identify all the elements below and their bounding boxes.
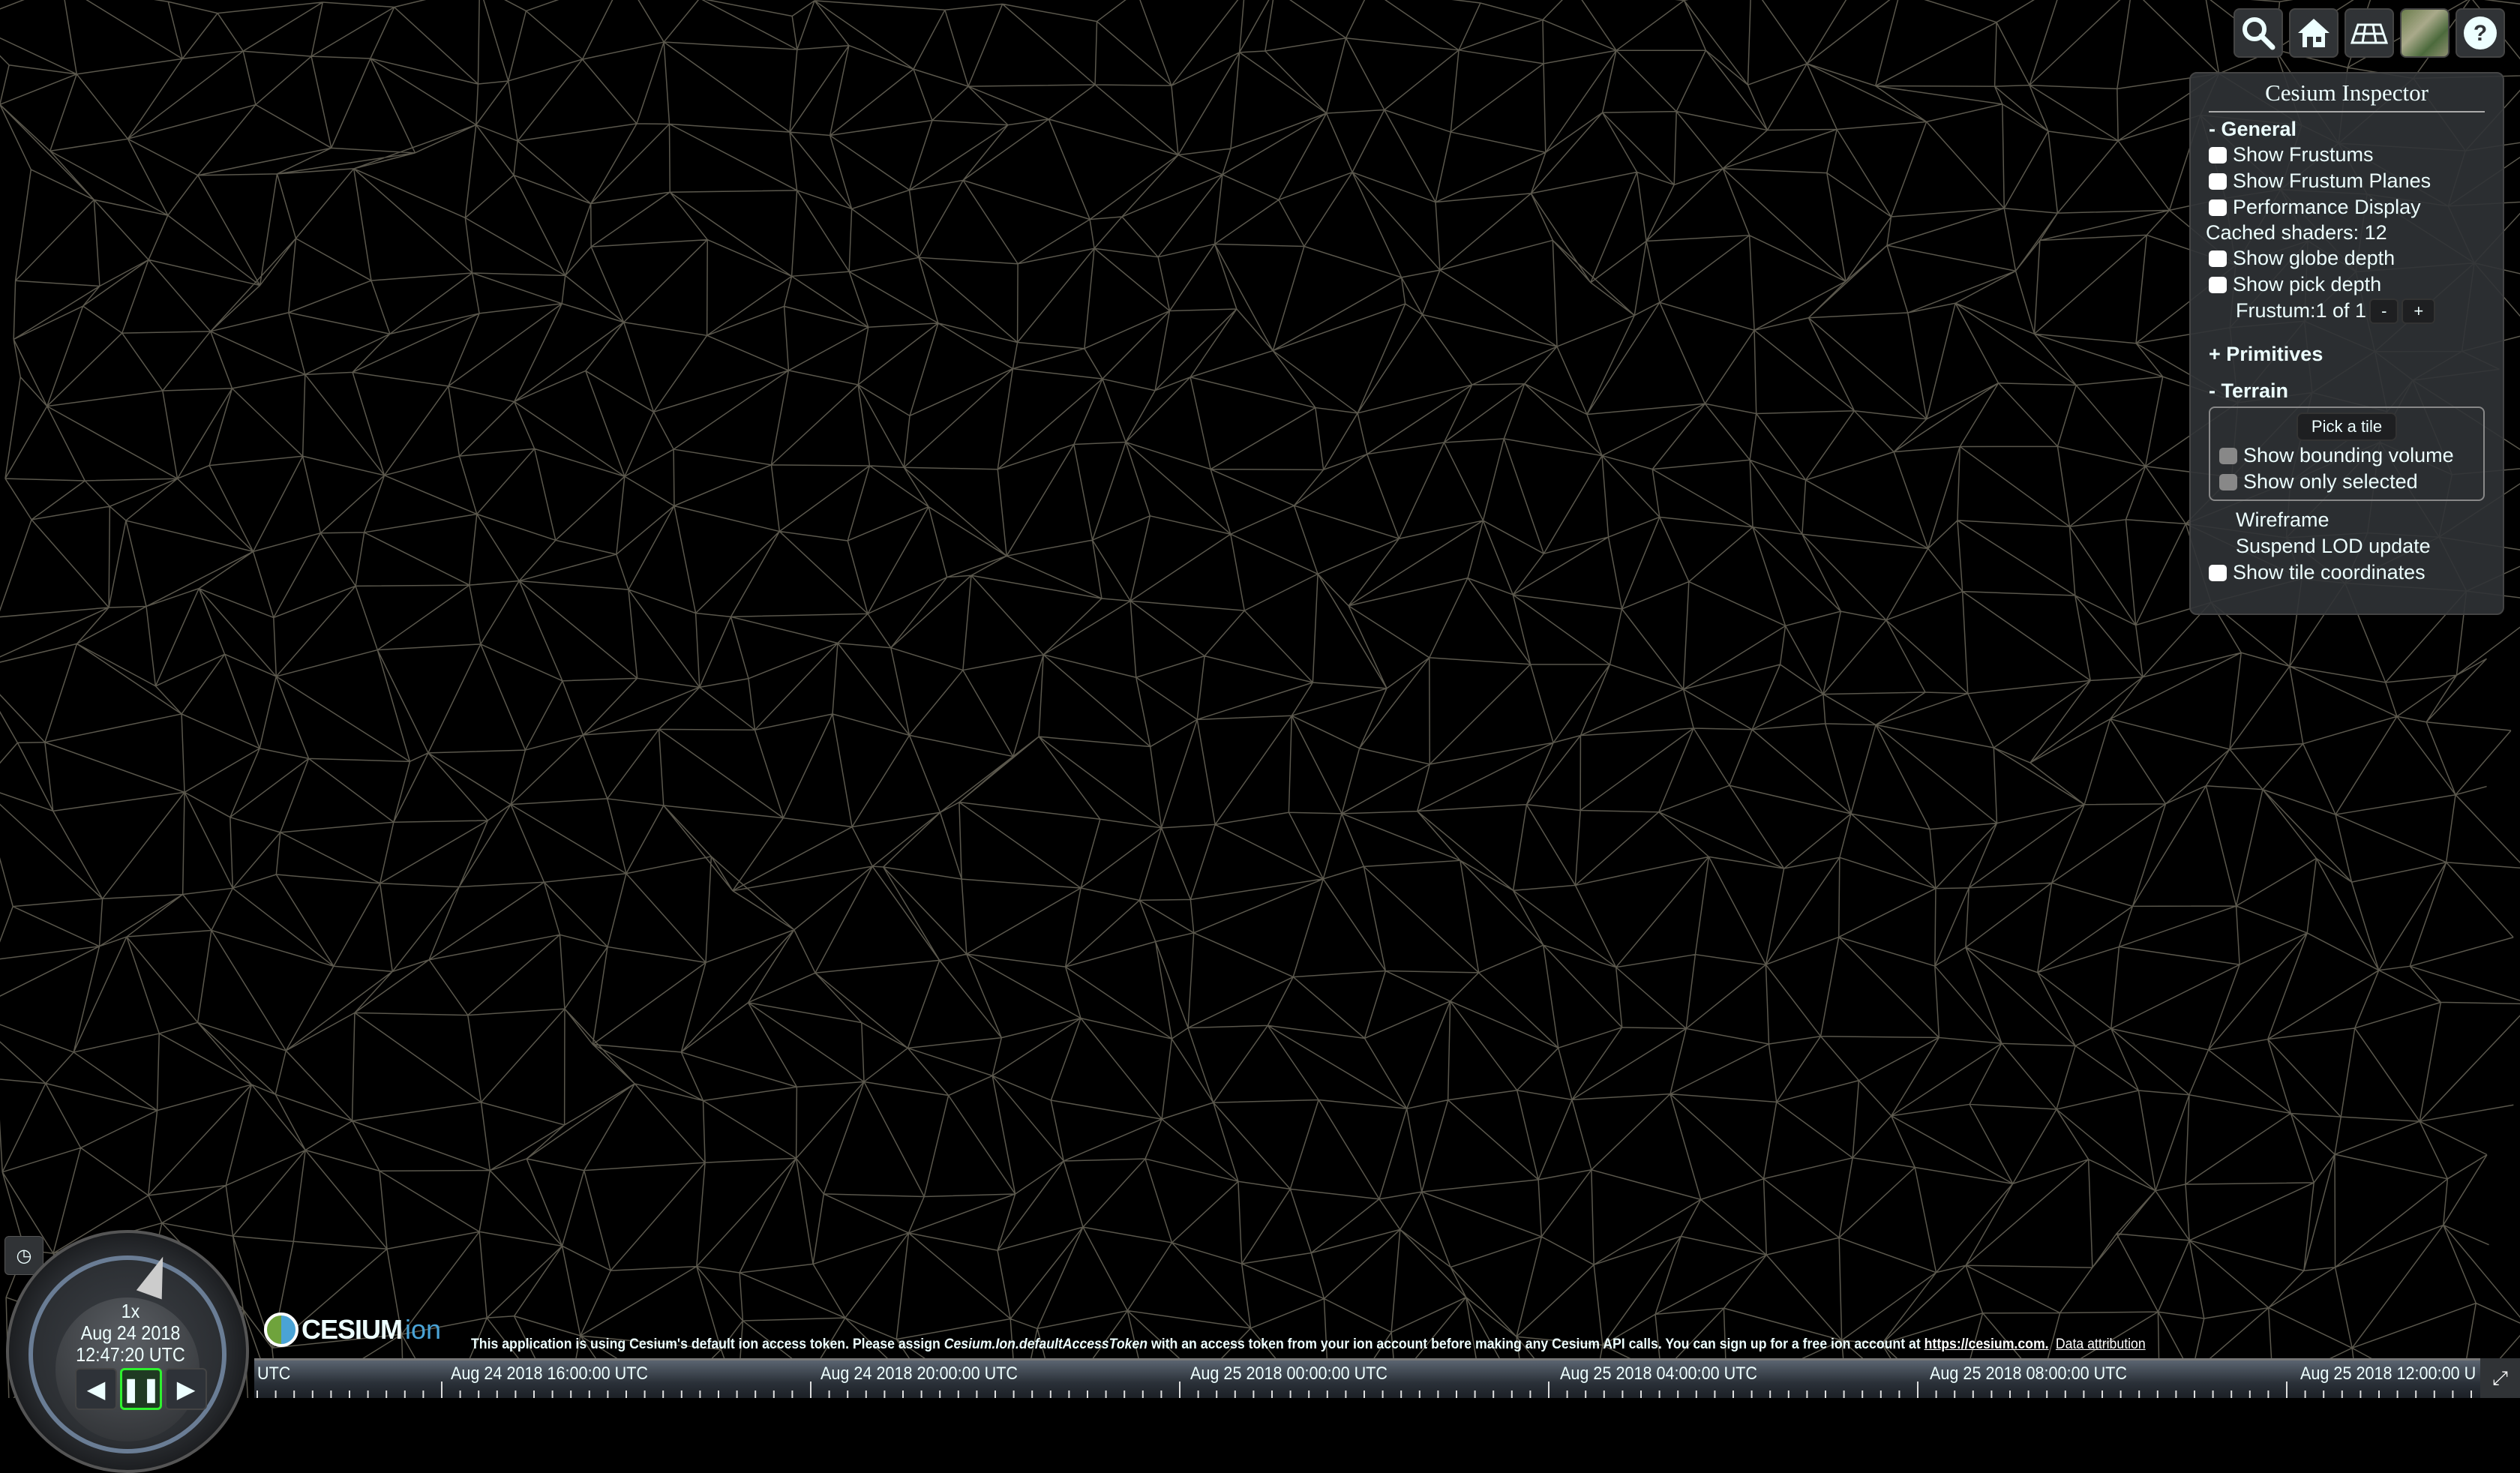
- home-button[interactable]: [2289, 8, 2338, 58]
- show-bounding-volume-option[interactable]: Show bounding volume: [2219, 442, 2474, 469]
- logo-product: ion: [405, 1314, 442, 1345]
- play-forward-button[interactable]: ▶: [165, 1368, 207, 1410]
- suspend-lod-option[interactable]: Suspend LOD update: [2209, 533, 2485, 560]
- label: Show only selected: [2243, 470, 2418, 493]
- cesium-inspector-panel: Cesium Inspector - General Show Frustums…: [2189, 72, 2504, 615]
- data-attribution-link[interactable]: Data attribution: [2056, 1336, 2146, 1352]
- terrain-section-toggle[interactable]: - Terrain: [2209, 379, 2485, 404]
- animation-widget[interactable]: 1x Aug 24 2018 12:47:20 UTC ◀ ❚❚ ▶: [6, 1230, 249, 1473]
- frustum-label: Frustum:1 of 1: [2236, 299, 2367, 322]
- pause-button[interactable]: ❚❚: [120, 1368, 162, 1410]
- columbus-view-icon: [2350, 23, 2388, 44]
- cesium-link[interactable]: https://cesium.com.: [1924, 1336, 2049, 1352]
- time: 12:47:20 UTC: [76, 1343, 185, 1366]
- checkbox[interactable]: [2209, 146, 2227, 164]
- wireframe-option[interactable]: Wireframe: [2209, 507, 2485, 533]
- inspector-title: Cesium Inspector: [2209, 80, 2485, 112]
- show-pick-depth-option[interactable]: Show pick depth: [2209, 272, 2485, 298]
- pick-tile-button[interactable]: Pick a tile: [2296, 412, 2397, 441]
- label: Show tile coordinates: [2233, 561, 2426, 584]
- general-section-toggle[interactable]: - General: [2209, 117, 2485, 142]
- cesium-ion-logo[interactable]: CESIUM ion: [264, 1312, 441, 1347]
- checkbox[interactable]: [2209, 276, 2227, 293]
- play-reverse-icon: ◀: [86, 1376, 106, 1402]
- show-globe-depth-option[interactable]: Show globe depth: [2209, 245, 2485, 272]
- search-icon: [2242, 17, 2276, 50]
- pause-icon: ❚❚: [121, 1376, 161, 1402]
- checkbox[interactable]: [2209, 564, 2227, 581]
- clock-icon: ◷: [16, 1245, 32, 1266]
- date: Aug 24 2018: [80, 1322, 181, 1344]
- logo-brand: CESIUM: [302, 1314, 403, 1345]
- label: Show pick depth: [2233, 273, 2382, 296]
- navigation-help-button[interactable]: ?: [2456, 8, 2505, 58]
- terrain-wireframe-viewport[interactable]: [0, 0, 2520, 1398]
- scene-mode-button[interactable]: [2344, 8, 2394, 58]
- fullscreen-button[interactable]: ⤢: [2480, 1358, 2520, 1398]
- tile-picker-group: Pick a tile Show bounding volume Show on…: [2209, 406, 2485, 501]
- svg-text:?: ?: [2474, 21, 2487, 46]
- show-frustums-option[interactable]: Show Frustums: [2209, 142, 2485, 168]
- show-tile-coordinates-option[interactable]: Show tile coordinates: [2209, 560, 2485, 586]
- label: Show Frustums: [2233, 143, 2374, 166]
- frustum-selector: Frustum:1 of 1- +: [2209, 298, 2485, 324]
- geocoder-button[interactable]: [2234, 8, 2283, 58]
- fullscreen-icon: ⤢: [2492, 1366, 2508, 1389]
- show-frustum-planes-option[interactable]: Show Frustum Planes: [2209, 168, 2485, 194]
- frustum-increment-button[interactable]: +: [2402, 298, 2436, 324]
- checkbox[interactable]: [2219, 447, 2237, 464]
- show-only-selected-option[interactable]: Show only selected: [2219, 469, 2474, 495]
- checkbox[interactable]: [2219, 473, 2237, 490]
- credits-bar: This application is using Cesium's defau…: [471, 1336, 2146, 1353]
- cached-shaders: Cached shaders: 12: [2206, 221, 2387, 244]
- checkbox[interactable]: [2209, 172, 2227, 190]
- label: Show Frustum Planes: [2233, 170, 2432, 192]
- wireframe-mesh: [0, 0, 2520, 1398]
- primitives-section-toggle[interactable]: + Primitives: [2209, 342, 2485, 367]
- cesium-logo-icon: [264, 1312, 298, 1347]
- animation-readout: 1x Aug 24 2018 12:47:20 UTC: [21, 1300, 240, 1366]
- credit-text: with an access token from your ion accou…: [1148, 1336, 1924, 1352]
- checkbox[interactable]: [2209, 250, 2227, 267]
- play-reverse-button[interactable]: ◀: [75, 1368, 117, 1410]
- help-icon: ?: [2464, 16, 2497, 50]
- base-layer-picker-button[interactable]: [2400, 8, 2450, 58]
- toolbar: ?: [2234, 8, 2505, 58]
- checkbox[interactable]: [2209, 199, 2227, 216]
- token-name: Cesium.Ion.defaultAccessToken: [944, 1336, 1148, 1352]
- label: Show globe depth: [2233, 247, 2396, 269]
- frustum-decrement-button[interactable]: -: [2369, 298, 2399, 324]
- label: Show bounding volume: [2243, 444, 2454, 466]
- speed: 1x: [121, 1300, 140, 1322]
- timeline-ticks: [256, 1382, 2472, 1398]
- tick-marks: [256, 1382, 2472, 1398]
- credit-text: This application is using Cesium's defau…: [471, 1336, 944, 1352]
- label: Performance Display: [2233, 196, 2421, 218]
- performance-display-option[interactable]: Performance Display: [2209, 194, 2485, 220]
- play-icon: ▶: [176, 1376, 196, 1402]
- home-icon: [2298, 19, 2330, 47]
- timeline[interactable]: UTC Aug 24 2018 16:00:00 UTC Aug 24 2018…: [254, 1358, 2480, 1398]
